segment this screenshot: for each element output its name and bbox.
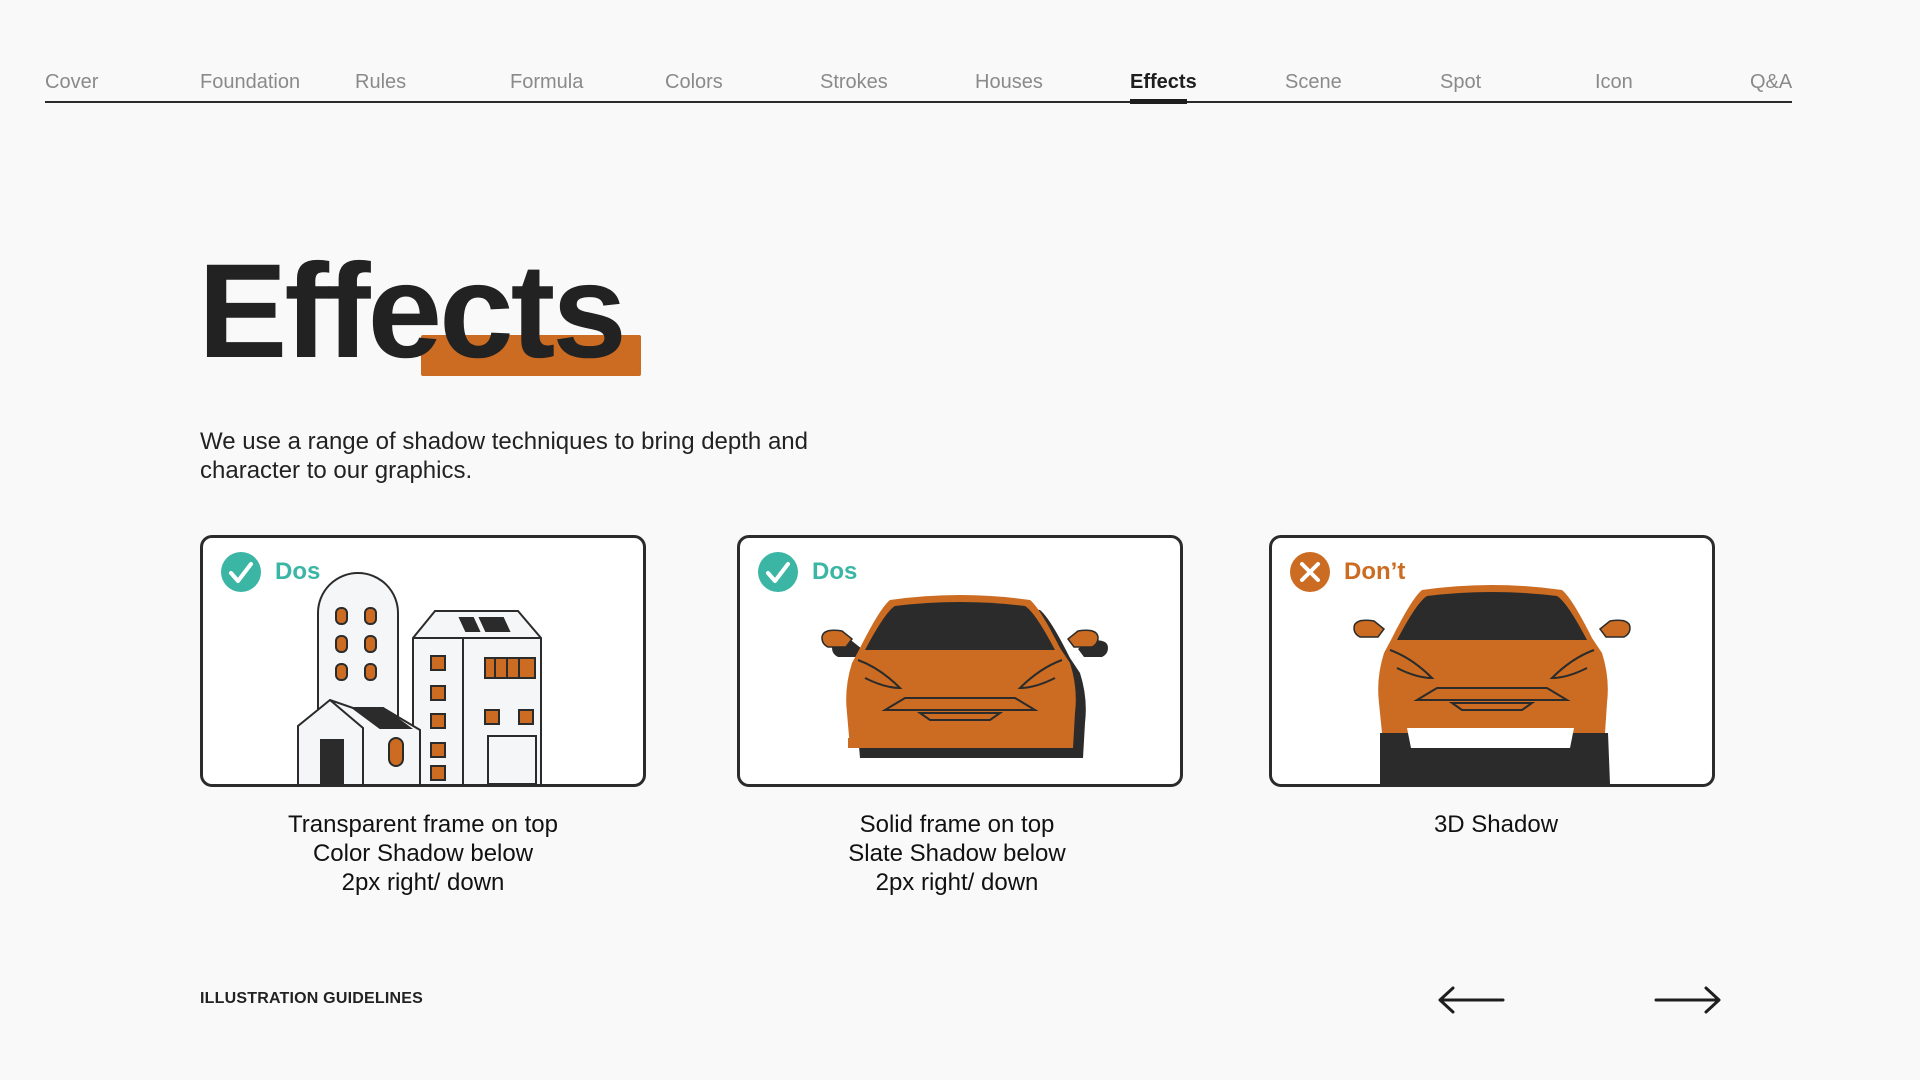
caption-line: Solid frame on top [859, 811, 1055, 838]
badge-label: Dos [812, 558, 858, 585]
page-description: We use a range of shadow techniques to b… [200, 427, 920, 485]
tab-rules[interactable]: Rules [355, 70, 406, 94]
dos-badge: Dos [221, 552, 320, 592]
tab-formula[interactable]: Formula [510, 70, 583, 94]
card-caption: Solid frame on top Slate Shadow below 2p… [734, 810, 1180, 897]
page-title: Effects [198, 237, 627, 386]
check-icon [221, 552, 261, 592]
dos-badge: Dos [758, 552, 857, 592]
caption-line: 3D Shadow [1433, 811, 1559, 838]
dont-badge: Don’t [1290, 552, 1405, 592]
tab-houses[interactable]: Houses [975, 70, 1043, 94]
check-icon [758, 552, 798, 592]
tab-scene[interactable]: Scene [1285, 70, 1342, 94]
example-card-3d-shadow: Don’t [1269, 535, 1715, 787]
tab-foundation[interactable]: Foundation [200, 70, 300, 94]
tab-strokes[interactable]: Strokes [820, 70, 888, 94]
tab-spot[interactable]: Spot [1440, 70, 1481, 94]
description-line: character to our graphics. [200, 457, 473, 484]
tab-icon[interactable]: Icon [1595, 70, 1633, 94]
tab-qa[interactable]: Q&A [1750, 70, 1792, 94]
example-card-solid-frame: Dos [737, 535, 1183, 787]
badge-label: Don’t [1344, 558, 1406, 585]
caption-line: Color Shadow below [312, 840, 534, 867]
tab-effects[interactable]: Effects [1130, 70, 1197, 104]
badge-label: Dos [275, 558, 321, 585]
arrow-left-icon[interactable] [1435, 983, 1507, 1017]
card-caption: Transparent frame on top Color Shadow be… [200, 810, 646, 897]
cross-icon [1290, 552, 1330, 592]
tab-colors[interactable]: Colors [665, 70, 723, 94]
caption-line: Slate Shadow below [848, 840, 1066, 867]
page-title-block: Effects [198, 237, 658, 386]
top-navigation: Cover Foundation Rules Formula Colors St… [45, 70, 1792, 104]
caption-line: 2px right/ down [341, 869, 505, 896]
caption-line: Transparent frame on top [288, 811, 558, 838]
tab-cover[interactable]: Cover [45, 70, 98, 94]
card-caption: 3D Shadow [1273, 810, 1719, 839]
arrow-right-icon[interactable] [1652, 983, 1724, 1017]
example-card-transparent-frame: Dos [200, 535, 646, 787]
description-line: We use a range of shadow techniques to b… [200, 428, 808, 455]
caption-line: 2px right/ down [875, 869, 1039, 896]
footer-label: ILLUSTRATION GUIDELINES [200, 990, 423, 1007]
